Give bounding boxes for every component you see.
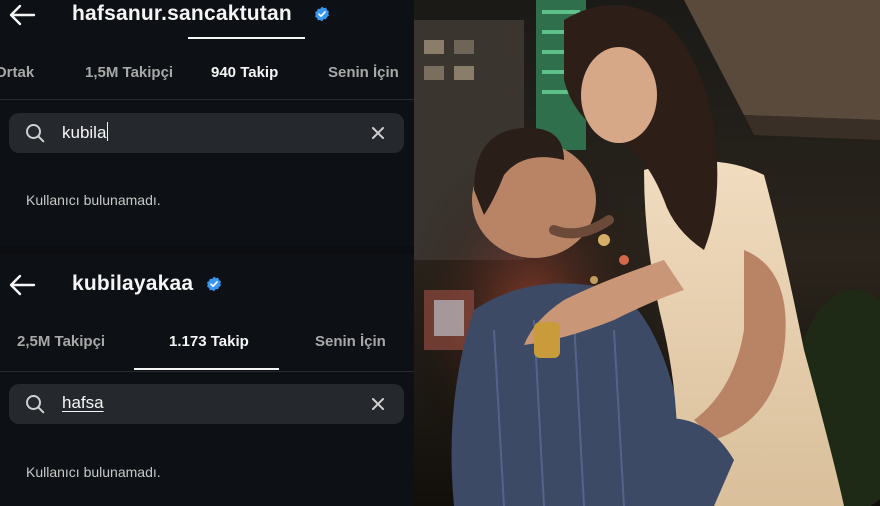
profile-header: kubilayakaa [0, 270, 414, 300]
back-arrow-icon[interactable] [8, 273, 36, 297]
close-icon[interactable] [370, 125, 386, 141]
back-arrow-icon[interactable] [8, 3, 36, 27]
active-tab-indicator [134, 368, 279, 370]
tabs-divider [0, 371, 414, 372]
profile-tabs: 2,5M Takipçi 1.173 Takip Senin İçin [0, 329, 414, 359]
search-icon [25, 394, 45, 414]
screenshots-column: hafsanur.sancaktutan Ortak 1,5M Takipçi … [0, 0, 414, 506]
panel-divider [0, 246, 414, 254]
close-icon[interactable] [370, 396, 386, 412]
tabs-divider [0, 99, 414, 100]
tab-for-you[interactable]: Senin İçin [315, 333, 386, 350]
tab-for-you[interactable]: Senin İçin [328, 64, 399, 81]
tab-followers[interactable]: 1,5M Takipçi [85, 64, 173, 81]
verified-badge-icon [206, 276, 222, 292]
profile-username: kubilayakaa [72, 272, 194, 295]
profile-tabs: Ortak 1,5M Takipçi 940 Takip Senin İçin [0, 60, 414, 90]
profile-header: hafsanur.sancaktutan [0, 0, 414, 30]
active-tab-indicator [188, 37, 305, 39]
search-field[interactable]: kubila [9, 113, 404, 153]
tab-followers[interactable]: 2,5M Takipçi [17, 333, 105, 350]
profile-username: hafsanur.sancaktutan [72, 2, 292, 25]
profile-following-panel-2: kubilayakaa 2,5M Takipçi 1.173 Takip Sen… [0, 254, 414, 506]
profile-following-panel-1: hafsanur.sancaktutan Ortak 1,5M Takipçi … [0, 0, 414, 246]
verified-badge-icon [314, 6, 330, 22]
search-input[interactable]: kubila [62, 122, 108, 143]
couple-photo [414, 0, 880, 506]
search-icon [25, 123, 45, 143]
no-results-text: Kullanıcı bulunamadı. [26, 192, 161, 208]
couple-photo-illustration [414, 0, 880, 506]
no-results-text: Kullanıcı bulunamadı. [26, 464, 161, 480]
search-field[interactable]: hafsa [9, 384, 404, 424]
tab-mutual[interactable]: Ortak [0, 64, 34, 81]
tab-following[interactable]: 1.173 Takip [169, 333, 249, 350]
search-input[interactable]: hafsa [62, 393, 104, 413]
tab-following[interactable]: 940 Takip [211, 64, 278, 81]
